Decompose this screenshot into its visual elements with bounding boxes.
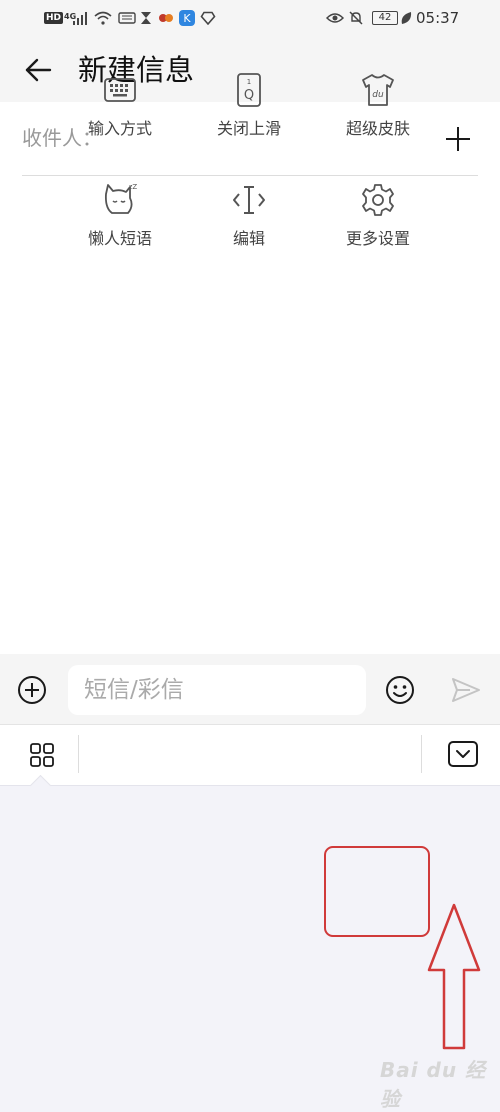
more-settings-tile[interactable]: 更多设置 xyxy=(319,182,437,276)
tshirt-glyph: du xyxy=(372,90,384,100)
sleep-glyph: zZ xyxy=(129,183,138,191)
annotation-arrow-up-icon xyxy=(427,903,481,1050)
more-settings-label: 更多设置 xyxy=(345,229,410,248)
wifi-icon xyxy=(94,9,112,27)
eye-icon xyxy=(326,9,344,27)
smiley-icon xyxy=(386,676,414,704)
status-bar: HD 4G K 42 05:37 xyxy=(0,0,500,38)
edit-tile[interactable]: 编辑 xyxy=(190,182,308,276)
keyboard-status-icon xyxy=(118,9,136,27)
leaf-icon xyxy=(400,9,412,27)
time-text: 05:37 xyxy=(416,9,460,27)
key-q-letter: Q xyxy=(244,88,254,103)
input-method-tile[interactable]: 输入方式 xyxy=(61,72,179,166)
compose-bar xyxy=(0,654,500,725)
watermark: Bai du 经验 xyxy=(380,1058,487,1111)
super-skin-label: 超级皮肤 xyxy=(345,119,410,138)
text-cursor-icon xyxy=(233,186,265,214)
keyboard-icon xyxy=(104,78,136,102)
gear-icon xyxy=(362,184,394,216)
message-input[interactable] xyxy=(68,665,366,715)
close-slide-up-tile[interactable]: 1 Q 关闭上滑 xyxy=(190,72,308,166)
keyboard-menu-button[interactable] xyxy=(24,737,60,773)
tshirt-du-icon: du xyxy=(362,74,394,106)
lazy-phrases-tile[interactable]: zZ 懒人短语 xyxy=(61,182,179,276)
hd-badge-text: HD xyxy=(44,12,64,24)
circle-plus-icon xyxy=(18,676,46,704)
battery-level: 42 xyxy=(372,11,398,25)
highlight-box xyxy=(324,846,430,937)
back-button[interactable] xyxy=(18,52,58,88)
signal-icon xyxy=(72,9,88,27)
super-skin-tile[interactable]: du 超级皮肤 xyxy=(319,72,437,166)
attach-button[interactable] xyxy=(16,674,48,706)
edit-label: 编辑 xyxy=(232,229,265,248)
battery-icon: 42 xyxy=(372,9,398,27)
toolbar-divider xyxy=(421,735,422,773)
add-recipient-button[interactable] xyxy=(440,121,476,157)
mute-bell-icon xyxy=(348,9,364,27)
app-notification-icon xyxy=(158,9,174,27)
keyboard-toolbar xyxy=(0,725,500,785)
k-app-icon: K xyxy=(178,9,196,27)
keyboard-collapse-button[interactable] xyxy=(446,739,480,769)
chevron-down-box-icon xyxy=(448,741,478,767)
hourglass-icon xyxy=(140,9,152,27)
close-slide-up-label: 关闭上滑 xyxy=(216,119,281,138)
grid-icon xyxy=(30,743,54,767)
lazy-phrases-label: 懒人短语 xyxy=(87,229,152,248)
send-icon xyxy=(452,678,480,702)
toolbar-divider xyxy=(78,735,79,773)
key-q-number: 1 xyxy=(247,78,251,86)
input-method-label: 输入方式 xyxy=(87,119,152,138)
plus-icon xyxy=(446,127,470,151)
emoji-button[interactable] xyxy=(384,674,416,706)
clock-time: 05:37 xyxy=(416,9,459,27)
svg-text:K: K xyxy=(183,12,191,25)
shield-heart-icon xyxy=(200,9,216,27)
key-q-icon: 1 Q xyxy=(237,73,261,107)
sleepy-cat-icon: zZ xyxy=(104,183,138,214)
hd-badge: HD xyxy=(44,9,64,27)
arrow-left-icon xyxy=(25,58,52,82)
send-button[interactable] xyxy=(450,676,482,704)
